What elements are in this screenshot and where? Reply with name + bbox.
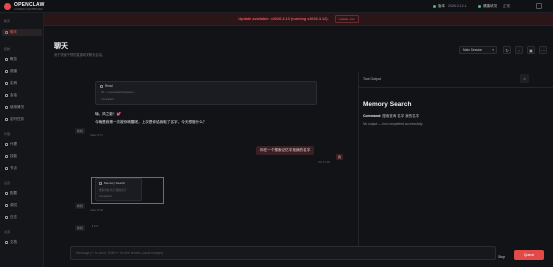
assistant-message: 嗨，风之影！💕 <box>95 112 122 116</box>
page-title: 聊天 <box>54 43 68 50</box>
debug-icon <box>5 204 8 207</box>
sidebar-item-sessions[interactable]: 会话 <box>2 92 42 99</box>
thinking-toggle-button[interactable]: ▣ <box>527 46 535 54</box>
focus-button[interactable]: ◌ <box>515 46 523 54</box>
update-now-button[interactable]: Update now <box>334 15 359 23</box>
tool-card-line: file: ~/.openclaw/workspace/... <box>101 91 136 94</box>
sidebar-group-label: 资源 <box>4 230 11 234</box>
theme-toggle-icon[interactable] <box>536 3 542 9</box>
highlight-annotation <box>91 177 164 204</box>
assistant-message: 今晚是我第一次被你唤醒呢。上次是你给我取了名字，今天想做什么？ <box>95 120 207 124</box>
tool-card-status: Completed <box>101 98 114 101</box>
update-banner-text: Update available: v2026.3.13 (running v2… <box>238 17 329 21</box>
tool-output-panel <box>358 72 553 250</box>
nodes-icon <box>5 167 8 170</box>
sidebar-item-config[interactable]: 配置 <box>2 190 42 197</box>
sidebar-item-cron[interactable]: 定时任务 <box>2 116 42 123</box>
sidebar-item-overview[interactable]: 概览 <box>2 56 42 63</box>
refresh-button[interactable]: ↻ <box>503 46 511 54</box>
sidebar-nav: 聊天 聊天 控制 概览 频道 实例 会话 使用情况 定时任务 代理 代理 技能 … <box>0 0 44 267</box>
session-select-value: Main Session <box>463 48 483 52</box>
tool-card-read[interactable]: Read file: ~/.openclaw/workspace/... Com… <box>95 81 317 105</box>
tool-card-title: Read <box>105 84 113 88</box>
sidebar-item-debug[interactable]: 调试 <box>2 202 42 209</box>
focus-icon: ◌ <box>517 47 521 53</box>
sidebar-item-logs[interactable]: 日志 <box>2 214 42 221</box>
more-button[interactable]: ⋯ <box>539 46 547 54</box>
message-timestamp: Claw 17:18 <box>90 209 103 212</box>
sender-avatar: 新机 <box>75 203 86 209</box>
tool-output-title: Memory Search <box>363 101 412 108</box>
version-value: 2026.3.12-1 <box>448 3 467 8</box>
health-label: 健康状况 <box>483 3 497 8</box>
tool-output-result: No output — tool completed successfully. <box>363 122 424 126</box>
message-timestamp: You 17:18 <box>318 161 330 164</box>
sidebar-item-skills[interactable]: 技能 <box>2 153 42 160</box>
sidebar-group-label: 聊天 <box>4 19 11 23</box>
overview-icon <box>5 58 8 61</box>
tool-output-command: Command: 搜索查询 名字 我的名字 <box>363 114 420 118</box>
refresh-icon: ↻ <box>505 47 509 53</box>
page-subtitle: 用于快速干预的直接网关聊天会话。 <box>54 53 105 57</box>
sidebar-group-label: 代理 <box>4 132 11 136</box>
message-input[interactable]: Message (↩ to send, Shift+↩ for line bre… <box>70 246 496 260</box>
queue-button[interactable]: Queue <box>514 250 544 260</box>
top-bar <box>0 0 553 13</box>
sidebar-group-label: 控制 <box>4 47 11 51</box>
sidebar-item-instances[interactable]: 实例 <box>2 80 42 87</box>
sender-avatar: 新机 <box>75 225 86 231</box>
typing-indicator: • • • <box>92 224 98 228</box>
stop-button[interactable]: Stop <box>498 255 505 259</box>
user-message: 你在一个搜索记忆中找我的名字 <box>256 146 315 155</box>
close-icon: × <box>523 76 526 81</box>
sidebar-item-agents[interactable]: 代理 <box>2 141 42 148</box>
sidebar-item-nodes[interactable]: 节点 <box>2 165 42 172</box>
user-avatar: 我 <box>336 154 344 160</box>
brain-icon: ▣ <box>529 47 533 53</box>
close-panel-button[interactable]: × <box>520 74 529 83</box>
session-select[interactable]: Main Session ▾ <box>459 46 497 54</box>
chat-icon <box>5 31 8 34</box>
sidebar-item-docs[interactable]: 文档 <box>2 239 42 246</box>
config-icon <box>5 192 8 195</box>
status-dot-icon <box>433 5 436 8</box>
update-banner: Update available: v2026.3.13 (running v2… <box>44 13 553 26</box>
file-icon <box>100 84 103 88</box>
channels-icon <box>5 70 8 73</box>
sender-avatar: 新机 <box>75 128 86 134</box>
health-dot-icon <box>478 5 481 8</box>
health-value: 正常 <box>503 3 510 8</box>
sidebar-item-usage[interactable]: 使用情况 <box>2 104 42 111</box>
message-input-placeholder: Message (↩ to send, Shift+↩ for line bre… <box>76 251 164 255</box>
version-label: 版本 <box>438 3 445 8</box>
sessions-icon <box>5 94 8 97</box>
message-timestamp: Claw 17:17 <box>90 134 103 137</box>
cron-icon <box>5 118 8 121</box>
sidebar-item-chat[interactable]: 聊天 <box>2 29 42 36</box>
agents-icon <box>5 143 8 146</box>
divider <box>359 87 553 88</box>
instances-icon <box>5 82 8 85</box>
docs-icon <box>5 241 8 244</box>
logs-icon <box>5 216 8 219</box>
more-icon: ⋯ <box>541 47 545 53</box>
chevron-down-icon: ▾ <box>492 48 494 52</box>
sidebar-item-channels[interactable]: 频道 <box>2 68 42 75</box>
skills-icon <box>5 155 8 158</box>
queue-button-label: Queue <box>523 253 535 257</box>
tool-output-header: Tool Output <box>363 77 381 81</box>
usage-icon <box>5 106 8 109</box>
sidebar-group-label: 设置 <box>4 181 11 185</box>
